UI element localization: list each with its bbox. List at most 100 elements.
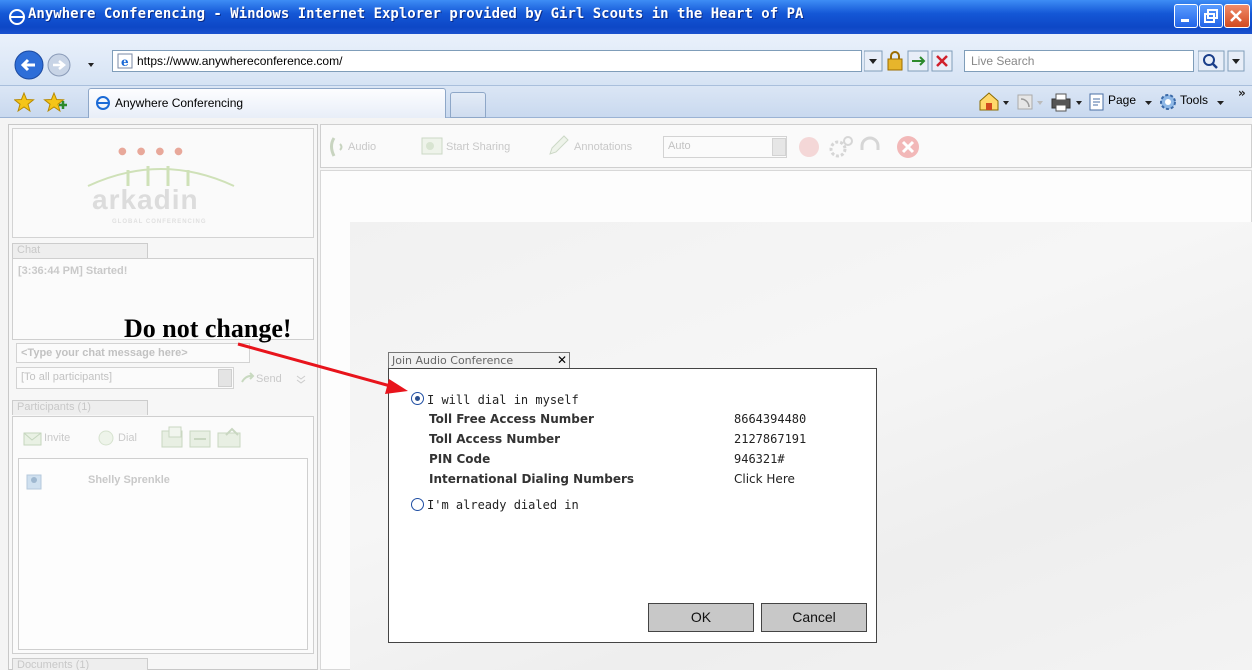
- toll-access-value: 2127867191: [734, 432, 807, 446]
- send-arrow-icon: [241, 372, 255, 383]
- lock-icon[interactable]: [887, 51, 903, 71]
- toolbar-status-icons: [799, 136, 919, 158]
- chat-log-line: [3:36:44 PM] Started!: [18, 265, 128, 277]
- search-options-button[interactable]: [1227, 50, 1245, 72]
- print-icon[interactable]: [1051, 93, 1071, 112]
- chat-message-input[interactable]: <Type your chat message here>: [16, 343, 250, 363]
- back-arrow-icon[interactable]: [14, 50, 44, 80]
- dial-in-myself-radio[interactable]: [411, 392, 424, 405]
- pin-code-value: 946321#: [734, 452, 785, 466]
- logo-text: arkadin: [92, 184, 199, 215]
- invite-button[interactable]: Invite: [44, 432, 70, 444]
- dial-in-myself-label[interactable]: I will dial in myself: [427, 393, 579, 407]
- home-dropdown-icon[interactable]: [1003, 101, 1009, 105]
- folder-upload-icon[interactable]: [217, 427, 241, 448]
- ok-button[interactable]: OK: [648, 603, 754, 632]
- zoom-select[interactable]: Auto: [663, 136, 787, 158]
- chevron-down-icon[interactable]: [296, 374, 306, 384]
- command-bar-icons: [979, 92, 1082, 112]
- minimize-button[interactable]: [1174, 4, 1198, 28]
- recipient-dropdown-icon[interactable]: [218, 369, 232, 387]
- window-title: Anywhere Conferencing - Windows Internet…: [28, 6, 804, 22]
- zoom-dropdown-icon[interactable]: [772, 138, 786, 156]
- feeds-icon[interactable]: [1017, 94, 1033, 110]
- chevron-more-icon[interactable]: »: [1238, 86, 1246, 100]
- tab-label: Anywhere Conferencing: [115, 96, 244, 110]
- international-numbers-link[interactable]: Click Here: [734, 472, 795, 486]
- history-dropdown-icon[interactable]: [88, 63, 94, 67]
- restore-icon: [1204, 9, 1218, 23]
- chat-recipient-select[interactable]: [To all participants]: [16, 367, 234, 389]
- page-menu-dropdown-icon[interactable]: [1144, 99, 1154, 107]
- live-search-input[interactable]: Live Search: [964, 50, 1194, 72]
- annotations-button[interactable]: Annotations: [574, 141, 632, 153]
- refresh-button[interactable]: [907, 50, 929, 72]
- stop-button[interactable]: [931, 50, 953, 72]
- page-menu-button[interactable]: Page: [1108, 93, 1136, 107]
- page-icon: e: [117, 53, 133, 69]
- record-icon[interactable]: [799, 137, 819, 157]
- export-contacts-icon[interactable]: [189, 430, 211, 448]
- annotations-pencil-icon: [549, 135, 569, 155]
- do-not-change-annotation: Do not change!: [124, 314, 292, 343]
- ie-logo-icon: [9, 9, 25, 25]
- maximize-button[interactable]: [1199, 4, 1223, 28]
- participant-tool-icons: [161, 426, 241, 448]
- page-menu-icon: [1089, 93, 1104, 111]
- home-icon[interactable]: [979, 92, 999, 111]
- send-button[interactable]: Send: [256, 373, 282, 385]
- navigation-buttons: [14, 50, 94, 80]
- favorites-star-icon[interactable]: [14, 92, 35, 113]
- tab-documents[interactable]: Documents (1): [12, 658, 148, 670]
- add-favorite-icon[interactable]: [43, 92, 65, 113]
- close-window-button[interactable]: [1224, 4, 1250, 28]
- already-dialed-radio[interactable]: [411, 498, 424, 511]
- participant-name[interactable]: Shelly Sprenkle: [88, 474, 170, 486]
- exit-icon[interactable]: [897, 136, 919, 158]
- url-text: https://www.anywhereconference.com/: [137, 54, 343, 68]
- start-sharing-button[interactable]: Start Sharing: [446, 141, 510, 153]
- tab-anywhere-conferencing[interactable]: Anywhere Conferencing: [88, 88, 446, 118]
- invite-envelope-icon: [23, 432, 42, 446]
- search-button[interactable]: [1198, 50, 1225, 72]
- headset-icon[interactable]: [860, 136, 880, 150]
- dialog-title: Join Audio Conference: [392, 354, 514, 367]
- minimize-icon: [1181, 19, 1189, 22]
- dial-button[interactable]: Dial: [118, 432, 137, 444]
- new-tab-button[interactable]: [450, 92, 486, 118]
- already-dialed-label[interactable]: I'm already dialed in: [427, 498, 579, 512]
- start-sharing-icon: [421, 137, 443, 155]
- svg-text:e: e: [121, 55, 129, 69]
- tools-gear-icon: [1160, 94, 1176, 110]
- dialog-close-icon[interactable]: ✕: [557, 353, 567, 367]
- logo-subtext: GLOBAL CONFERENCING: [112, 219, 207, 225]
- audio-phone-icon: [330, 137, 343, 157]
- tab-participants[interactable]: Participants (1): [12, 400, 148, 415]
- settings-gears-icon[interactable]: [829, 136, 853, 158]
- search-actions: [1198, 50, 1245, 72]
- favorites-buttons: [14, 92, 67, 113]
- close-icon: [1230, 10, 1242, 22]
- international-numbers-label: International Dialing Numbers: [429, 472, 635, 486]
- forward-arrow-icon[interactable]: [47, 53, 71, 77]
- dialog-title-tab: Join Audio Conference: [388, 352, 570, 368]
- tools-menu-dropdown-icon[interactable]: [1216, 99, 1226, 107]
- toll-free-label: Toll Free Access Number: [429, 412, 594, 426]
- address-actions: [864, 50, 953, 72]
- address-input[interactable]: e https://www.anywhereconference.com/: [112, 50, 862, 72]
- participant-avatar-icon: [26, 474, 42, 490]
- logo-dots: ●●●●: [118, 146, 193, 157]
- print-dropdown-icon[interactable]: [1076, 101, 1082, 105]
- feeds-dropdown-icon[interactable]: [1037, 101, 1043, 105]
- cancel-button[interactable]: Cancel: [761, 603, 867, 632]
- tools-menu-button[interactable]: Tools: [1180, 93, 1208, 107]
- dial-phone-icon: [98, 430, 114, 446]
- participant-list: [18, 458, 308, 650]
- audio-button[interactable]: Audio: [348, 141, 376, 153]
- window-title-bar: Anywhere Conferencing - Windows Internet…: [0, 0, 1252, 34]
- import-contacts-icon[interactable]: [161, 426, 183, 448]
- toll-access-label: Toll Access Number: [429, 432, 561, 446]
- toll-free-value: 8664394480: [734, 412, 807, 426]
- ie-tab-icon: [96, 96, 110, 110]
- tab-chat[interactable]: Chat: [12, 243, 148, 258]
